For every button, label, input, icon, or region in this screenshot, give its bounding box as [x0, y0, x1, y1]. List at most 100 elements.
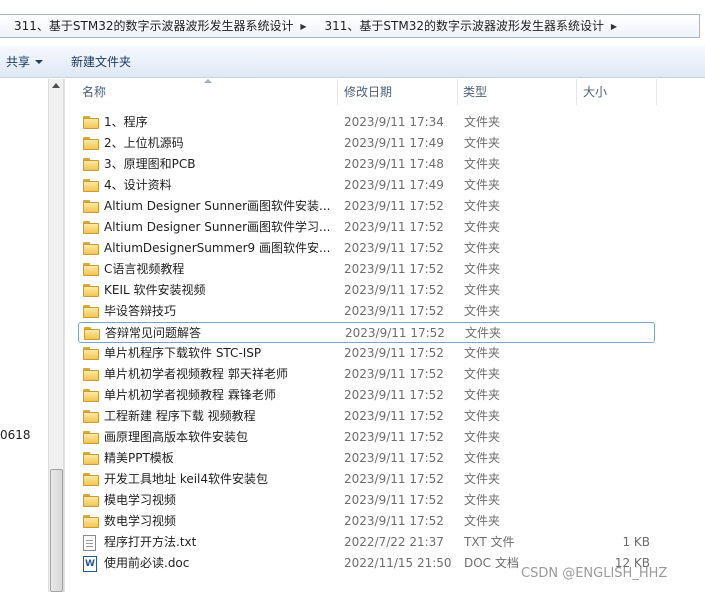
share-button[interactable]: 共享: [0, 50, 49, 74]
file-row[interactable]: 开发工具地址 keil4软件安装包 2023/9/11 17:52 文件夹: [78, 469, 655, 490]
command-bar: 共享 新建文件夹: [0, 46, 705, 78]
file-type: 文件夹: [464, 157, 501, 171]
file-modified-date: 2023/9/11 17:49: [344, 136, 444, 150]
column-header-date[interactable]: 修改日期: [344, 79, 458, 105]
navigation-pane[interactable]: 0618: [0, 79, 48, 592]
nav-scrollbar[interactable]: [48, 79, 64, 592]
pane-divider[interactable]: [64, 79, 65, 592]
file-size: [558, 280, 650, 301]
text-file-icon: [83, 532, 101, 553]
file-modified-date: 2023/9/11 17:52: [344, 472, 444, 486]
file-row[interactable]: Altium Designer Sunner画图软件安装... 2023/9/11…: [78, 196, 655, 217]
file-row[interactable]: 2、上位机源码 2023/9/11 17:49 文件夹: [78, 133, 655, 154]
file-modified-date: 2023/9/11 17:49: [344, 178, 444, 192]
file-name: 单片机程序下载软件 STC-ISP: [104, 346, 262, 360]
file-modified-date: 2023/9/11 17:52: [344, 409, 444, 423]
file-modified-date: 2022/7/22 21:37: [344, 535, 444, 549]
file-row[interactable]: 精美PPT模板 2023/9/11 17:52 文件夹: [78, 448, 655, 469]
file-row[interactable]: 答辩常见问题解答 2023/9/11 17:52 文件夹: [78, 322, 655, 343]
file-row[interactable]: KEIL 软件安装视频 2023/9/11 17:52 文件夹: [78, 280, 655, 301]
file-modified-date: 2023/9/11 17:34: [344, 115, 444, 129]
folder-icon: [83, 154, 101, 175]
file-size: [558, 490, 650, 511]
file-row[interactable]: 工程新建 程序下载 视频教程 2023/9/11 17:52 文件夹: [78, 406, 655, 427]
scroll-up-arrow-icon[interactable]: [52, 83, 60, 88]
share-label: 共享: [6, 54, 31, 69]
file-row[interactable]: 单片机初学者视频教程 霖锋老师 2023/9/11 17:52 文件夹: [78, 385, 655, 406]
file-row[interactable]: 4、设计资料 2023/9/11 17:49 文件夹: [78, 175, 655, 196]
folder-icon: [84, 323, 102, 344]
file-type: 文件夹: [464, 430, 501, 444]
file-type: 文件夹: [464, 514, 501, 528]
watermark: CSDN @ENGLISH_HHZ: [521, 566, 668, 581]
file-name: 4、设计资料: [104, 178, 172, 192]
folder-icon: [83, 259, 101, 280]
file-size: [558, 427, 650, 448]
file-type: 文件夹: [464, 472, 501, 486]
file-name: 毕设答辩技巧: [104, 304, 177, 318]
file-type: 文件夹: [464, 283, 501, 297]
file-size: [558, 406, 650, 427]
folder-icon: [83, 448, 101, 469]
folder-icon: [83, 427, 101, 448]
file-type: 文件夹: [464, 178, 501, 192]
file-row[interactable]: Altium Designer Sunner画图软件学习... 2023/9/11…: [78, 217, 655, 238]
file-row[interactable]: 模电学习视频 2023/9/11 17:52 文件夹: [78, 490, 655, 511]
breadcrumb-item[interactable]: 311、基于STM32的数字示波器波形发生器系统设计: [0, 15, 296, 37]
file-type: 文件夹: [464, 451, 501, 465]
folder-icon: [83, 217, 101, 238]
file-type: 文件夹: [464, 199, 501, 213]
file-row[interactable]: 画原理图高版本软件安装包 2023/9/11 17:52 文件夹: [78, 427, 655, 448]
folder-icon: [83, 280, 101, 301]
file-name: 3、原理图和PCB: [104, 157, 196, 171]
file-name: AltiumDesignerSummer9 画图软件安...: [104, 241, 331, 255]
file-size: [558, 385, 650, 406]
file-type: 文件夹: [465, 326, 502, 340]
file-modified-date: 2023/9/11 17:48: [344, 157, 444, 171]
column-header-type[interactable]: 类型: [463, 79, 577, 105]
file-size: [558, 133, 650, 154]
file-row[interactable]: 3、原理图和PCB 2023/9/11 17:48 文件夹: [78, 154, 655, 175]
file-name: 数电学习视频: [104, 514, 177, 528]
file-name: 使用前必读.doc: [104, 556, 190, 570]
file-modified-date: 2023/9/11 17:52: [344, 241, 444, 255]
file-row[interactable]: 程序打开方法.txt 2022/7/22 21:37 TXT 文件 1 KB: [78, 532, 655, 553]
file-type: 文件夹: [464, 367, 501, 381]
file-name: 工程新建 程序下载 视频教程: [104, 409, 256, 423]
address-bar[interactable]: 311、基于STM32的数字示波器波形发生器系统设计 ▶ 311、基于STM32…: [0, 14, 700, 38]
folder-icon: [83, 196, 101, 217]
folder-icon: [83, 385, 101, 406]
file-size: [558, 217, 650, 238]
file-size: [558, 343, 650, 364]
file-size: [558, 511, 650, 532]
breadcrumb-chevron-icon[interactable]: ▶: [296, 15, 310, 37]
file-modified-date: 2023/9/11 17:52: [344, 514, 444, 528]
breadcrumb-item[interactable]: 311、基于STM32的数字示波器波形发生器系统设计: [310, 15, 606, 37]
new-folder-button[interactable]: 新建文件夹: [65, 50, 137, 74]
file-row[interactable]: 单片机程序下载软件 STC-ISP 2023/9/11 17:52 文件夹: [78, 343, 655, 364]
file-size: [558, 154, 650, 175]
file-name: KEIL 软件安装视频: [104, 283, 206, 297]
file-size: 1 KB: [622, 535, 650, 549]
scroll-thumb[interactable]: [50, 469, 63, 592]
folder-icon: [83, 343, 101, 364]
nav-item-label[interactable]: 0618: [0, 428, 31, 442]
folder-icon: [83, 511, 101, 532]
file-size: [558, 112, 650, 133]
folder-icon: [83, 112, 101, 133]
file-type: 文件夹: [464, 115, 501, 129]
file-row[interactable]: 1、程序 2023/9/11 17:34 文件夹: [78, 112, 655, 133]
file-size: [558, 238, 650, 259]
file-type: 文件夹: [464, 262, 501, 276]
column-header-name[interactable]: 名称: [82, 79, 338, 105]
folder-icon: [83, 364, 101, 385]
file-row[interactable]: 单片机初学者视频教程 郭天祥老师 2023/9/11 17:52 文件夹: [78, 364, 655, 385]
file-row[interactable]: 毕设答辩技巧 2023/9/11 17:52 文件夹: [78, 301, 655, 322]
column-header-size[interactable]: 大小: [583, 79, 657, 105]
file-type: 文件夹: [464, 304, 501, 318]
file-row[interactable]: 数电学习视频 2023/9/11 17:52 文件夹: [78, 511, 655, 532]
breadcrumb-chevron-icon[interactable]: ▶: [607, 15, 621, 37]
file-row[interactable]: C语言视频教程 2023/9/11 17:52 文件夹: [78, 259, 655, 280]
file-type: TXT 文件: [464, 535, 515, 549]
file-row[interactable]: AltiumDesignerSummer9 画图软件安... 2023/9/11 …: [78, 238, 655, 259]
